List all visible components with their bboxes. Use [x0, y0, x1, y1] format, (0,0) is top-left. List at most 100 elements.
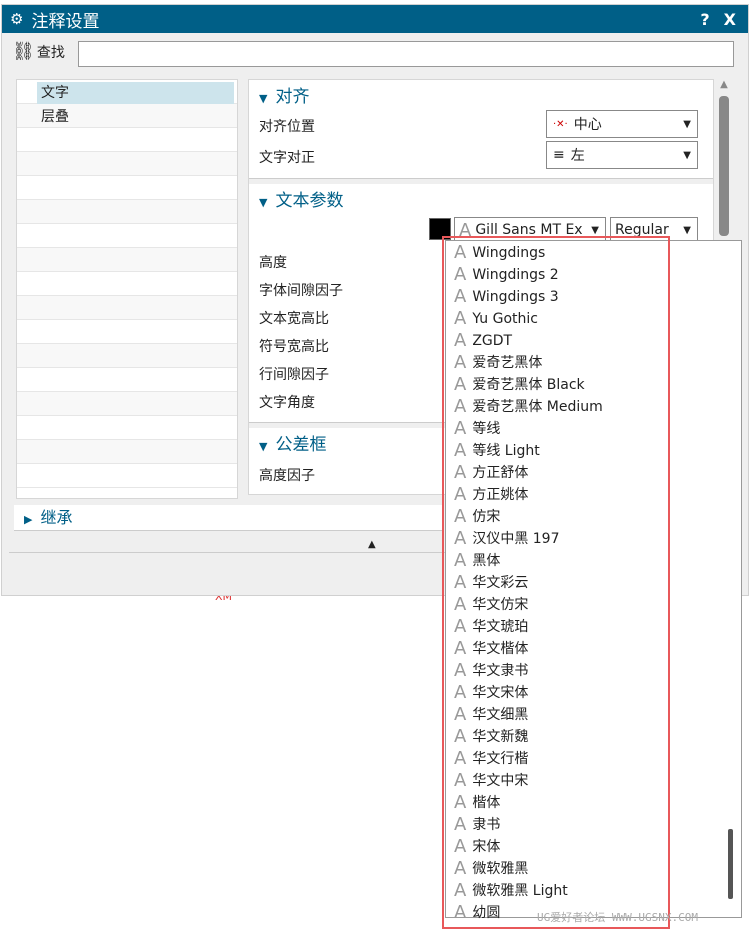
font-a-icon: A — [454, 616, 467, 637]
text-just-select[interactable]: ≡ 左 ▼ — [546, 141, 698, 169]
tree-item-stack[interactable]: 层叠 — [37, 106, 69, 128]
font-option[interactable]: A 华文新魏 — [446, 726, 741, 748]
font-a-icon: A — [454, 748, 467, 769]
font-option[interactable]: A 汉仪中黑 197 — [446, 528, 741, 550]
binoculars-icon: ⛓ — [12, 41, 35, 62]
font-a-icon: A — [454, 880, 467, 901]
chevron-down-icon: ▼ — [259, 440, 268, 453]
font-a-icon: A — [459, 219, 472, 241]
font-dropdown-list[interactable]: A Wingdings A Wingdings 2 A Wingdings 3 A Yu Go… — [445, 240, 742, 923]
label-angle: 文字角度 — [259, 395, 315, 411]
label-text-aspect: 文本宽高比 — [259, 311, 329, 327]
font-option[interactable]: A 宋体 — [446, 836, 741, 858]
font-a-icon: A — [454, 242, 467, 263]
find-label: 查找 — [36, 44, 65, 61]
font-a-icon: A — [454, 792, 467, 813]
font-a-icon: A — [454, 770, 467, 791]
collapse-arrow-icon[interactable]: ▲ — [368, 539, 376, 550]
font-option[interactable]: A 方正姚体 — [446, 484, 741, 506]
font-a-icon: A — [454, 528, 467, 549]
label-char-gap: 字体间隙因子 — [259, 283, 343, 299]
chevron-down-icon: ▼ — [259, 92, 268, 105]
dialog-title: 注释设置 — [31, 11, 100, 32]
font-option[interactable]: A 微软雅黑 Light — [446, 880, 741, 902]
font-option[interactable]: A Wingdings 3 — [446, 286, 741, 308]
font-a-icon: A — [454, 506, 467, 527]
label-line-gap: 行间隙因子 — [259, 367, 329, 383]
center-point-icon: ·✕· — [553, 118, 568, 130]
font-option[interactable]: A 等线 Light — [446, 440, 741, 462]
font-a-icon: A — [454, 572, 467, 593]
font-a-icon: A — [454, 286, 467, 307]
gear-icon: ⚙ — [10, 10, 24, 28]
align-pos-select[interactable]: ·✕· 中心 ▼ — [546, 110, 698, 138]
label-height: 高度 — [259, 255, 287, 271]
label-sym-aspect: 符号宽高比 — [259, 339, 329, 355]
font-a-icon: A — [454, 396, 467, 417]
font-option[interactable]: A 方正舒体 — [446, 462, 741, 484]
section-align[interactable]: ▼ 对齐 — [249, 82, 713, 107]
font-a-icon: A — [454, 308, 467, 329]
font-a-icon: A — [454, 374, 467, 395]
close-button[interactable]: X — [724, 10, 736, 29]
font-a-icon: A — [454, 418, 467, 439]
label-align-pos: 对齐位置 — [259, 119, 315, 135]
font-a-icon: A — [454, 836, 467, 857]
font-a-icon: A — [454, 352, 467, 373]
font-option[interactable]: A 华文细黑 — [446, 704, 741, 726]
scroll-thumb — [719, 96, 729, 236]
font-a-icon: A — [454, 440, 467, 461]
font-option[interactable]: A 华文行楷 — [446, 748, 741, 770]
font-option[interactable]: A 隶书 — [446, 814, 741, 836]
font-option[interactable]: A 华文隶书 — [446, 660, 741, 682]
font-option[interactable]: A 华文中宋 — [446, 770, 741, 792]
font-option[interactable]: A 华文琥珀 — [446, 616, 741, 638]
title-bar: ⚙ 注释设置 ? X — [2, 5, 748, 33]
chevron-right-icon: ▶ — [24, 513, 33, 526]
font-option[interactable]: A 爱奇艺黑体 — [446, 352, 741, 374]
section-text-params[interactable]: ▼ 文本参数 — [249, 186, 713, 211]
label-text-just: 文字对正 — [259, 150, 315, 166]
color-swatch[interactable] — [429, 218, 451, 240]
font-a-icon: A — [454, 902, 467, 923]
tree-item-text[interactable]: 文字 — [37, 82, 234, 104]
align-left-icon: ≡ — [553, 147, 565, 163]
font-option[interactable]: A 华文彩云 — [446, 572, 741, 594]
find-bar: ⛓ 查找 — [12, 41, 734, 67]
font-a-icon: A — [454, 594, 467, 615]
font-option[interactable]: A 华文宋体 — [446, 682, 741, 704]
font-a-icon: A — [454, 660, 467, 681]
font-option[interactable]: A 爱奇艺黑体 Medium — [446, 396, 741, 418]
chevron-down-icon: ▼ — [259, 196, 268, 209]
font-a-icon: A — [454, 858, 467, 879]
font-a-icon: A — [454, 814, 467, 835]
category-tree: 文字 层叠 — [16, 79, 238, 499]
font-option[interactable]: A 仿宋 — [446, 506, 741, 528]
help-button[interactable]: ? — [700, 10, 709, 29]
font-a-icon: A — [454, 484, 467, 505]
font-option[interactable]: A 华文仿宋 — [446, 594, 741, 616]
section-inherit[interactable]: ▶ 继承 — [14, 505, 444, 531]
font-a-icon: A — [454, 726, 467, 747]
font-a-icon: A — [454, 638, 467, 659]
font-option[interactable]: A Wingdings — [446, 242, 741, 264]
find-input[interactable] — [78, 41, 734, 67]
font-option[interactable]: A 微软雅黑 — [446, 858, 741, 880]
font-option[interactable]: A 楷体 — [446, 792, 741, 814]
font-option[interactable]: A 爱奇艺黑体 Black — [446, 374, 741, 396]
font-option[interactable]: A 华文楷体 — [446, 638, 741, 660]
font-a-icon: A — [454, 462, 467, 483]
font-a-icon: A — [454, 330, 467, 351]
label-height-factor: 高度因子 — [259, 468, 315, 484]
font-option[interactable]: A 等线 — [446, 418, 741, 440]
font-a-icon: A — [454, 550, 467, 571]
font-option[interactable]: A 黑体 — [446, 550, 741, 572]
watermark: UG爱好者论坛 WWW.UGSNX.COM — [537, 911, 698, 924]
font-option[interactable]: A Yu Gothic — [446, 308, 741, 330]
font-a-icon: A — [454, 704, 467, 725]
font-a-icon: A — [454, 682, 467, 703]
font-option[interactable]: A ZGDT — [446, 330, 741, 352]
font-a-icon: A — [454, 264, 467, 285]
font-option[interactable]: A Wingdings 2 — [446, 264, 741, 286]
dropdown-scrollbar[interactable] — [728, 829, 733, 899]
